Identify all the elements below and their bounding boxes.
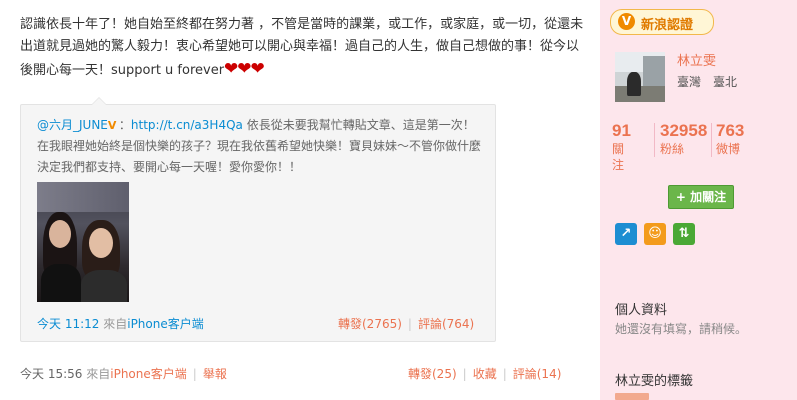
smile-icon[interactable]: ☺ xyxy=(644,223,666,245)
verified-v-icon: V xyxy=(618,13,635,30)
stat-following[interactable]: 91 關注 xyxy=(612,121,631,172)
stat-following-count: 91 xyxy=(612,121,631,140)
stat-posts[interactable]: 763 微博 xyxy=(716,121,744,159)
profile-section-body: 她還沒有填寫，請稍候。 xyxy=(615,322,748,336)
quoted-text: @六月_JUNEV ：http://t.cn/a3H4Qa 依長從未要我幫忙轉貼文… xyxy=(37,115,482,178)
feed-main: 認識依長十年了！她自始至終都在努力著 ，不管是當時的課業，或工作，或家庭，或一切… xyxy=(0,0,600,400)
post-actions: 轉發(25) | 收藏 | 評論(14) xyxy=(408,367,562,381)
post-text: 認識依長十年了！她自始至終都在努力著 ，不管是當時的課業，或工作，或家庭，或一切… xyxy=(20,14,585,82)
tag-item[interactable] xyxy=(615,393,649,400)
post-time-link[interactable]: 今天 15:56 xyxy=(20,367,82,381)
stat-posts-label: 微博 xyxy=(716,142,741,156)
report-link[interactable]: 舉報 xyxy=(203,367,227,381)
profile-location: 臺灣 臺北 xyxy=(677,75,738,89)
post-source-link[interactable]: iPhone客户端 xyxy=(110,367,187,381)
quoted-comment-link[interactable]: 評論(764) xyxy=(418,317,474,331)
quoted-time-link[interactable]: 今天 11:12 xyxy=(37,317,99,331)
quoted-photo[interactable] xyxy=(37,182,129,302)
verified-badge[interactable]: V 新浪認證 xyxy=(610,9,714,35)
sync-icon[interactable]: ⇅ xyxy=(673,223,695,245)
short-url-link[interactable]: http://t.cn/a3H4Qa xyxy=(131,118,243,132)
quoted-actions: 轉發(2765) | 評論(764) xyxy=(338,317,475,331)
comment-link[interactable]: 評論(14) xyxy=(513,367,562,381)
stat-followers-label: 粉絲 xyxy=(660,142,685,156)
stat-followers-count: 32958 xyxy=(660,121,708,140)
repost-link[interactable]: 轉發(25) xyxy=(408,367,457,381)
favorite-link[interactable]: 收藏 xyxy=(473,367,497,381)
stat-posts-count: 763 xyxy=(716,121,745,140)
avatar[interactable] xyxy=(615,52,665,102)
verified-label: 新浪認證 xyxy=(641,18,694,33)
tags-section-title: 林立雯的標籤 xyxy=(615,374,694,389)
verified-v-icon: V xyxy=(107,119,117,132)
stat-following-label: 關注 xyxy=(612,142,625,172)
stat-divider xyxy=(711,123,712,157)
post-meta: 今天 15:56 來自iPhone客户端 | 舉報 xyxy=(20,367,227,381)
stat-followers[interactable]: 32958 粉絲 xyxy=(660,121,707,159)
quoted-source-link[interactable]: iPhone客户端 xyxy=(127,317,204,331)
share-arrow-icon[interactable]: ↗ xyxy=(615,223,637,245)
quote-caret xyxy=(91,97,107,105)
post-source-prefix: 來自 xyxy=(86,367,111,381)
quoted-meta: 今天 11:12 來自iPhone客户端 xyxy=(37,315,204,332)
heart-icons: ❤❤❤ xyxy=(224,59,265,79)
quoted-author-link[interactable]: @六月_JUNE xyxy=(37,118,108,132)
profile-section-title: 個人資料 xyxy=(615,303,668,318)
quoted-post: @六月_JUNEV ：http://t.cn/a3H4Qa 依長從未要我幫忙轉貼文… xyxy=(20,97,496,342)
stat-divider xyxy=(654,123,655,157)
profile-name-link[interactable]: 林立雯 xyxy=(677,50,716,69)
post-body: 認識依長十年了！她自始至終都在努力著 ，不管是當時的課業，或工作，或家庭，或一切… xyxy=(20,17,584,78)
quoted-colon: ： xyxy=(118,118,131,132)
follow-button[interactable]: + 加關注 xyxy=(668,185,734,209)
quoted-repost-link[interactable]: 轉發(2765) xyxy=(338,317,402,331)
quoted-source-prefix: 來自 xyxy=(99,317,128,331)
